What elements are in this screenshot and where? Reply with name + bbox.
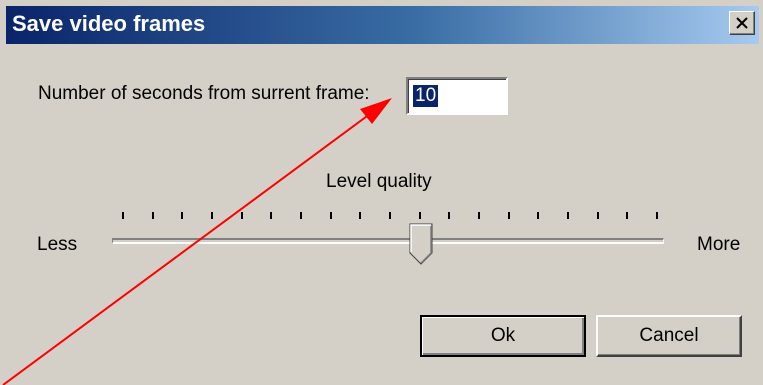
slider-tick	[656, 212, 658, 219]
quality-min-label: Less	[37, 234, 78, 255]
slider-tick	[537, 212, 540, 219]
quality-slider-track[interactable]	[112, 238, 664, 244]
slider-tick	[567, 212, 569, 219]
slider-tick	[626, 212, 629, 219]
slider-tick	[181, 212, 184, 219]
save-video-frames-dialog: Save video frames Number of seconds from…	[0, 0, 763, 385]
title-bar: Save video frames	[6, 6, 759, 44]
quality-slider-thumb[interactable]	[409, 223, 433, 265]
close-icon	[736, 17, 748, 29]
slider-tick	[211, 212, 213, 219]
cancel-button[interactable]: Cancel	[596, 315, 742, 357]
slider-tick	[478, 212, 480, 219]
slider-tick	[359, 212, 362, 219]
seconds-label: Number of seconds from surrent frame:	[38, 83, 370, 104]
slider-tick	[122, 212, 124, 219]
slider-tick	[389, 212, 391, 219]
slider-tick	[418, 212, 421, 219]
quality-max-label: More	[697, 234, 741, 255]
slider-tick	[270, 212, 273, 219]
slider-tick	[151, 212, 154, 219]
slider-tick	[507, 212, 510, 219]
slider-tick	[240, 212, 243, 219]
quality-title: Level quality	[326, 171, 432, 192]
close-button[interactable]	[729, 11, 755, 35]
slider-tick	[448, 212, 451, 219]
slider-tick	[300, 212, 302, 219]
seconds-input[interactable]: 10	[406, 77, 508, 115]
slider-tick	[329, 212, 332, 219]
seconds-input-value: 10	[413, 85, 439, 107]
slider-tick	[596, 212, 599, 219]
ok-button[interactable]: Ok	[420, 315, 586, 357]
dialog-title: Save video frames	[12, 11, 206, 36]
